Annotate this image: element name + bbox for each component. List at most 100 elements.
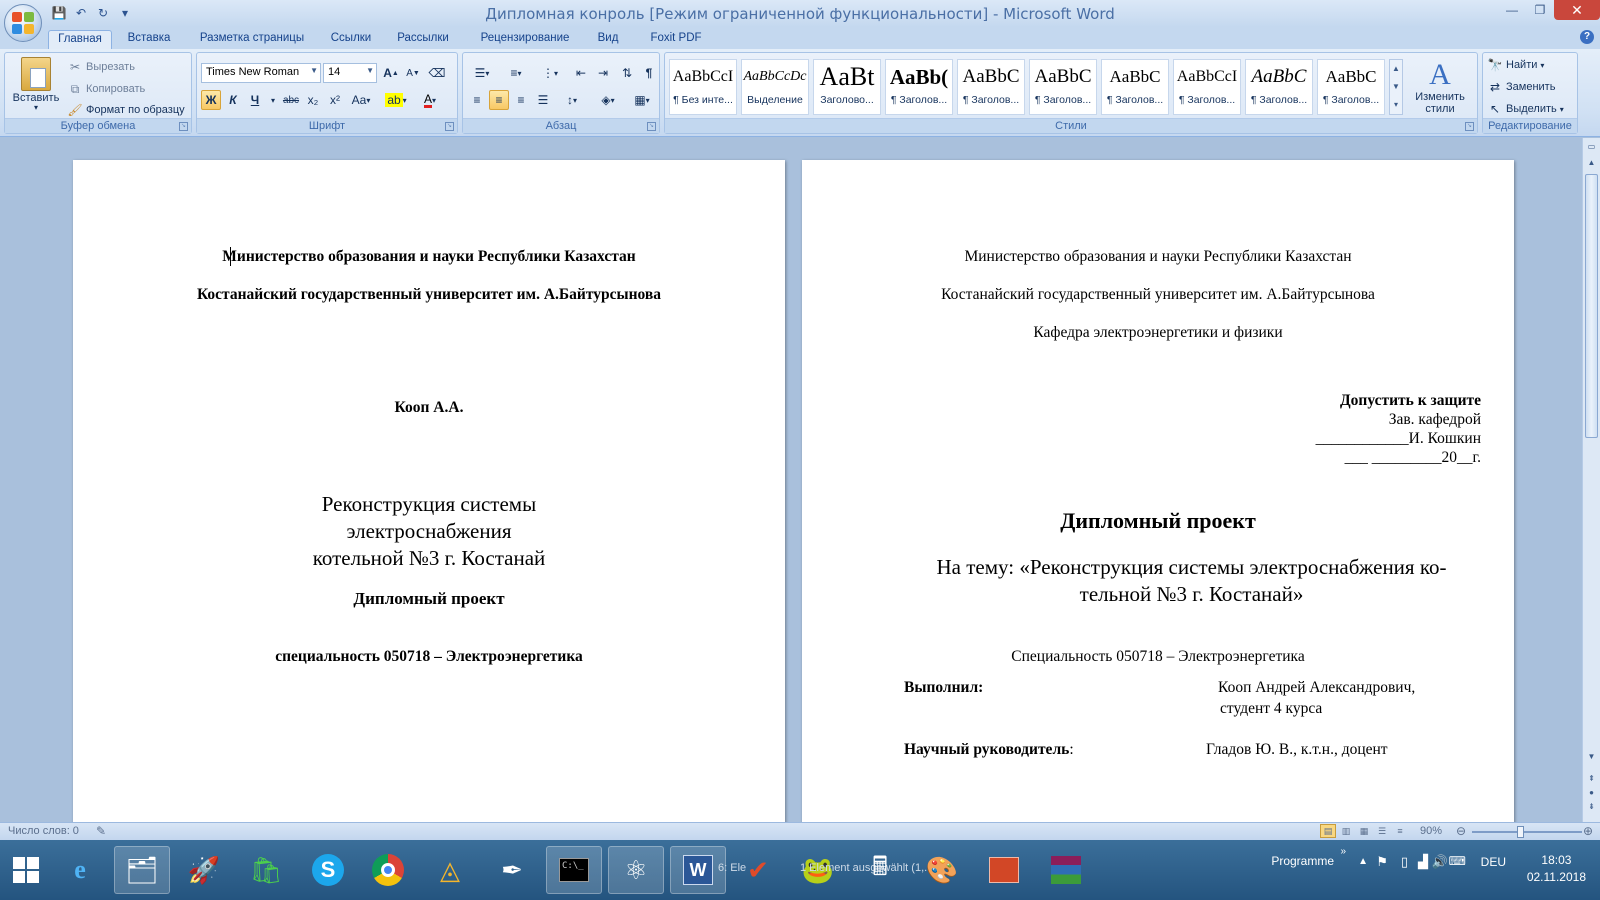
web-layout-icon[interactable]: ▦ bbox=[1356, 824, 1372, 838]
styles-scroll[interactable]: ▲ ▼ ▾ bbox=[1389, 59, 1403, 115]
winrar-icon[interactable] bbox=[1038, 846, 1094, 894]
multilevel-list-icon[interactable]: ⋮ ▾ bbox=[535, 63, 565, 83]
format-painter-button[interactable]: 🖌 Формат по образцу bbox=[67, 102, 184, 118]
skype-icon[interactable]: S bbox=[300, 846, 356, 894]
show-marks-icon[interactable]: ¶ bbox=[639, 63, 659, 83]
style-item[interactable]: AaBbCcI ¶ Заголов... bbox=[1173, 59, 1241, 115]
minimize-button[interactable]: — bbox=[1498, 0, 1526, 20]
tab-references[interactable]: Ссылки bbox=[323, 30, 379, 49]
draft-icon[interactable]: ≡ bbox=[1392, 824, 1408, 838]
vertical-scrollbar[interactable]: ▭ ▲ ▼ ⇞ ● ⇟ bbox=[1582, 138, 1600, 822]
programme-toolbar[interactable]: Programme bbox=[1271, 854, 1334, 868]
tab-home[interactable]: Главная bbox=[48, 30, 112, 49]
superscript-button[interactable]: x² bbox=[325, 90, 345, 110]
font-launcher-icon[interactable]: ↘ bbox=[445, 122, 454, 131]
align-left-icon[interactable]: ≡ bbox=[467, 90, 487, 110]
style-item[interactable]: AaBbCcI ¶ Без инте... bbox=[669, 59, 737, 115]
italic-button[interactable]: К bbox=[223, 90, 243, 110]
numbering-icon[interactable]: ≡ ▾ bbox=[501, 63, 531, 83]
shading-icon[interactable]: ◈ ▾ bbox=[593, 90, 623, 110]
scroll-up-icon[interactable]: ▲ bbox=[1585, 158, 1598, 171]
justify-icon[interactable]: ☰ bbox=[533, 90, 553, 110]
filezilla-icon[interactable]: 🚀 bbox=[176, 846, 232, 894]
proofing-icon[interactable]: ✎ bbox=[96, 824, 106, 838]
style-item[interactable]: AaBb(¶ Заголов... bbox=[885, 59, 953, 115]
volume-icon[interactable]: 🔊 bbox=[1432, 854, 1448, 870]
ruler-toggle-icon[interactable]: ▭ bbox=[1585, 142, 1598, 155]
store-icon[interactable]: 🛍 bbox=[238, 846, 294, 894]
borders-icon[interactable]: ▦ ▾ bbox=[627, 90, 657, 110]
paste-button[interactable]: Вставить ▾ bbox=[9, 57, 63, 112]
tab-insert[interactable]: Вставка bbox=[118, 30, 180, 49]
cmd-icon[interactable]: C:\_ bbox=[546, 846, 602, 894]
shrink-font-button[interactable]: A ▼ bbox=[403, 63, 423, 83]
bullets-icon[interactable]: ☰ ▾ bbox=[467, 63, 497, 83]
increase-indent-icon[interactable]: ⇥ bbox=[593, 63, 613, 83]
select-button[interactable]: ↖ Выделить ▾ bbox=[1487, 101, 1564, 117]
next-page-icon[interactable]: ⇟ bbox=[1585, 802, 1598, 815]
powerpoint-icon[interactable] bbox=[976, 846, 1032, 894]
tab-foxit-pdf[interactable]: Foxit PDF bbox=[640, 30, 712, 49]
style-item[interactable]: AaBt Заголово... bbox=[813, 59, 881, 115]
replace-button[interactable]: ⇄ Заменить bbox=[1487, 79, 1555, 95]
tray-expand-icon[interactable]: ▲ bbox=[1358, 856, 1368, 867]
strikethrough-button[interactable]: abc bbox=[281, 90, 301, 110]
style-item[interactable]: AaBbC ¶ Заголов... bbox=[1101, 59, 1169, 115]
network-tool-icon[interactable]: ⚛ bbox=[608, 846, 664, 894]
font-name-combo[interactable]: Times New Roman ▼ bbox=[201, 63, 321, 83]
help-icon[interactable]: ? bbox=[1580, 30, 1594, 44]
office-button[interactable] bbox=[4, 4, 42, 42]
tab-mailings[interactable]: Рассылки bbox=[390, 30, 456, 49]
browse-object-icon[interactable]: ● bbox=[1585, 788, 1598, 801]
align-right-icon[interactable]: ≡ bbox=[511, 90, 531, 110]
start-button[interactable] bbox=[0, 846, 52, 894]
cut-button[interactable]: ✂ Вырезать bbox=[67, 59, 135, 75]
toolbar-expand-icon[interactable]: » bbox=[1340, 846, 1346, 857]
chrome-icon[interactable] bbox=[360, 846, 416, 894]
clear-format-icon[interactable]: ⌫ bbox=[427, 63, 447, 83]
battery-icon[interactable]: ▯ bbox=[1401, 854, 1408, 870]
tab-page-layout[interactable]: Разметка страницы bbox=[188, 30, 316, 49]
decrease-indent-icon[interactable]: ⇤ bbox=[571, 63, 591, 83]
align-center-icon[interactable]: ≡ bbox=[489, 90, 509, 110]
scroll-thumb[interactable] bbox=[1585, 174, 1598, 438]
word-count[interactable]: Число слов: 0 bbox=[8, 825, 79, 837]
style-item[interactable]: AaBbC ¶ Заголов... bbox=[957, 59, 1025, 115]
scroll-down-icon[interactable]: ▼ bbox=[1585, 752, 1598, 765]
zoom-slider[interactable] bbox=[1472, 831, 1582, 833]
find-button[interactable]: 🔭 Найти ▾ bbox=[1487, 57, 1545, 73]
underline-button[interactable]: Ч bbox=[245, 90, 265, 110]
input-language[interactable]: DEU bbox=[1481, 855, 1506, 869]
copy-button[interactable]: ⧉ Копировать bbox=[67, 81, 146, 97]
pen-tool-icon[interactable]: ✒ bbox=[484, 846, 540, 894]
styles-launcher-icon[interactable]: ↘ bbox=[1465, 122, 1474, 131]
network-icon[interactable]: ▟ bbox=[1418, 854, 1428, 870]
zoom-out-icon[interactable]: ⊖ bbox=[1456, 824, 1466, 838]
sort-icon[interactable]: ⇅ bbox=[617, 63, 637, 83]
font-size-combo[interactable]: 14 ▼ bbox=[323, 63, 377, 83]
paint-icon[interactable]: 🎨 bbox=[914, 846, 970, 894]
change-case-button[interactable]: Aa ▾ bbox=[347, 90, 375, 110]
paragraph-launcher-icon[interactable]: ↘ bbox=[647, 122, 656, 131]
zoom-level[interactable]: 90% bbox=[1420, 825, 1442, 837]
zoom-slider-thumb[interactable] bbox=[1517, 826, 1524, 838]
zoom-in-icon[interactable]: ⊕ bbox=[1583, 824, 1593, 838]
style-item[interactable]: AaBbC ¶ Заголов... bbox=[1029, 59, 1097, 115]
style-item[interactable]: AaBbCcDc Выделение bbox=[741, 59, 809, 115]
bold-button[interactable]: Ж bbox=[201, 90, 221, 110]
underline-dropdown-icon[interactable]: ▾ bbox=[263, 90, 283, 110]
subscript-button[interactable]: x₂ bbox=[303, 90, 323, 110]
change-styles-button[interactable]: A Изменить стили bbox=[1407, 59, 1473, 116]
style-item[interactable]: AaBbC ¶ Заголов... bbox=[1317, 59, 1385, 115]
tab-view[interactable]: Вид bbox=[592, 30, 624, 49]
grow-font-button[interactable]: A ▲ bbox=[381, 63, 401, 83]
style-item[interactable]: AaBbC ¶ Заголов... bbox=[1245, 59, 1313, 115]
full-screen-reading-icon[interactable]: ▥ bbox=[1338, 824, 1354, 838]
print-layout-icon[interactable]: ▤ bbox=[1320, 824, 1336, 838]
page-2[interactable]: Министерство образования и науки Республ… bbox=[802, 160, 1514, 822]
prev-page-icon[interactable]: ⇞ bbox=[1585, 774, 1598, 787]
archicad-icon[interactable]: ◬ bbox=[422, 846, 478, 894]
clock[interactable]: 18:03 02.11.2018 bbox=[1527, 852, 1586, 886]
font-color-button[interactable]: A ▾ bbox=[415, 90, 445, 110]
calculator-icon[interactable]: 🖩 bbox=[852, 846, 908, 894]
